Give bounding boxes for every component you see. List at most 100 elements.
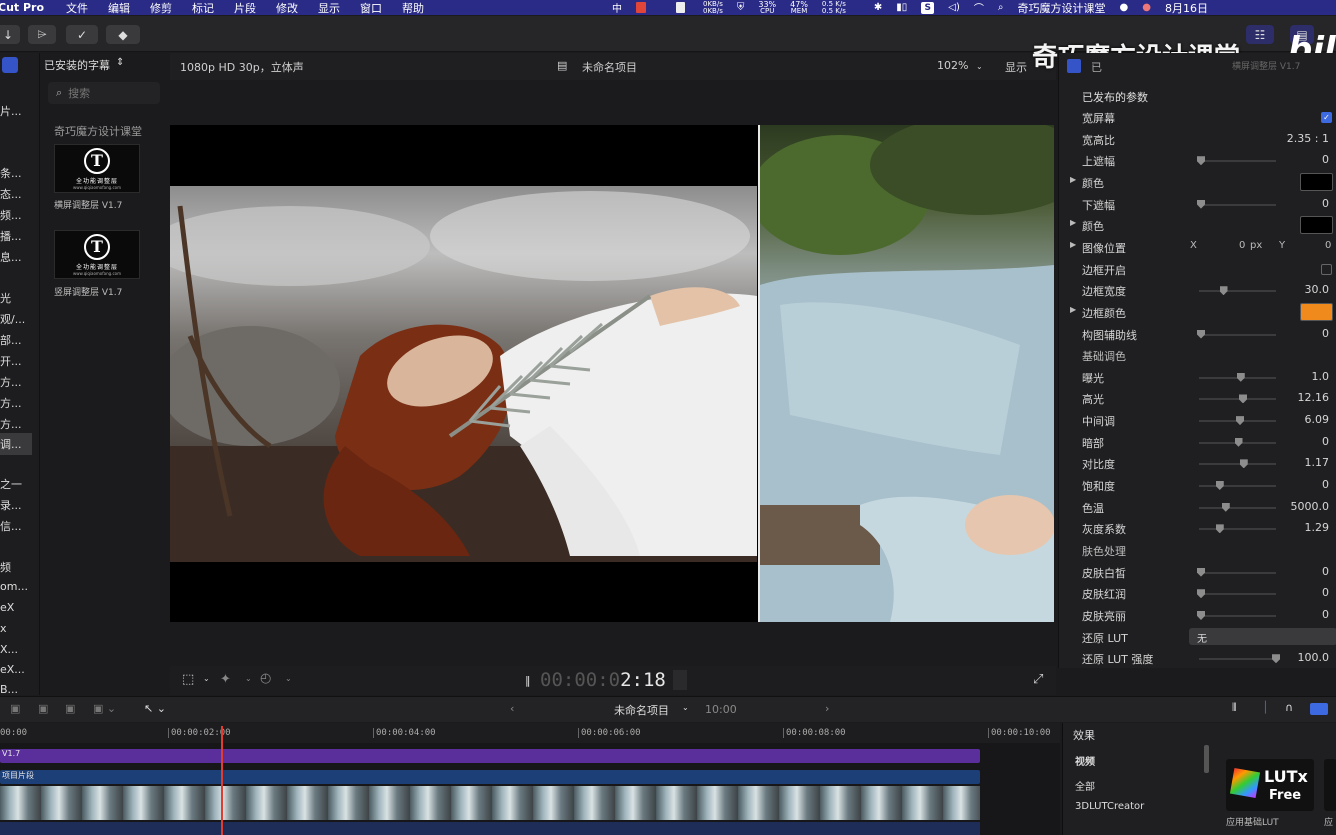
param-slider-knob[interactable] xyxy=(1239,394,1247,404)
timeline-ruler[interactable]: 00:00 00:00:02:00 00:00:04:00 00:00:06:0… xyxy=(0,723,1060,743)
menu-help[interactable]: 帮助 xyxy=(402,0,424,15)
sidebar-item[interactable]: 部... xyxy=(0,332,22,348)
param-slider-track[interactable] xyxy=(1199,333,1276,336)
timeline-project-name[interactable]: 未命名项目 xyxy=(614,702,669,718)
title-label-portrait[interactable]: 竖屏调整层 V1.7 xyxy=(54,285,122,298)
menu-clip[interactable]: 片段 xyxy=(234,0,256,15)
display-menu[interactable]: 显示 xyxy=(1005,59,1027,75)
param-slider-knob[interactable] xyxy=(1215,524,1224,534)
param-value[interactable]: 0 xyxy=(1322,586,1329,599)
sidebar-item[interactable]: eX... xyxy=(0,663,25,676)
sidebar-item[interactable]: 条... xyxy=(0,165,22,181)
lut-dropdown[interactable]: 无 xyxy=(1189,627,1336,645)
background-tasks-button[interactable]: ✓ xyxy=(66,25,98,44)
param-slider-knob[interactable] xyxy=(1272,654,1280,664)
param-color-swatch[interactable] xyxy=(1300,302,1333,321)
layout-grid-button[interactable]: ☷ xyxy=(1246,25,1274,44)
sidebar-item[interactable]: 观/... xyxy=(0,311,25,327)
param-slider-track[interactable] xyxy=(1199,160,1276,163)
param-slider-track[interactable] xyxy=(1199,398,1276,401)
overwrite-icon[interactable]: ▣ ⌄ xyxy=(93,702,116,715)
inspector-tab-icon[interactable] xyxy=(1067,59,1081,73)
video-clip-filmstrip[interactable] xyxy=(0,786,980,820)
skimming-icon[interactable]: ⫴ xyxy=(1232,701,1237,715)
param-slider-knob[interactable] xyxy=(1219,286,1228,296)
param-value[interactable]: 1.0 xyxy=(1312,370,1330,383)
param-slider-track[interactable] xyxy=(1199,593,1276,596)
inspector-tab-title[interactable]: 已 xyxy=(1091,59,1102,75)
param-value[interactable]: 1.29 xyxy=(1305,521,1330,534)
sidebar-item[interactable]: 频... xyxy=(0,207,22,223)
sidebar-item[interactable]: 片... xyxy=(0,103,22,119)
solo-icon[interactable] xyxy=(1310,703,1328,715)
disclosure-triangle-icon[interactable]: ▶ xyxy=(1070,305,1076,314)
lutx-effect-tile[interactable]: LUTx Free xyxy=(1226,759,1314,811)
param-value[interactable]: 2.35 : 1 xyxy=(1287,132,1329,145)
sidebar-item-selected[interactable]: 调... xyxy=(0,433,32,455)
title-thumbnail-landscape[interactable]: T 全功能调整层 www.qiqiaomofang.com xyxy=(54,144,140,193)
timeline-tracks[interactable]: V1.7 项目片段 xyxy=(0,743,1060,835)
param-value[interactable]: 0 xyxy=(1322,153,1329,166)
title-clip[interactable]: V1.7 xyxy=(0,749,980,763)
select-tool-icon[interactable]: ↖ ⌄ xyxy=(144,702,166,715)
param-color-swatch[interactable] xyxy=(1300,172,1333,191)
app-menu[interactable]: Cut Pro xyxy=(0,1,44,14)
keywords-button[interactable]: ⌲ xyxy=(28,25,56,44)
disclosure-triangle-icon[interactable]: ▶ xyxy=(1070,240,1076,249)
timecode-display[interactable]: 00:00:02:18 xyxy=(540,669,666,691)
effects-category-video[interactable]: 视频 xyxy=(1075,753,1095,768)
wifi-icon[interactable]: ⌒ xyxy=(974,0,984,15)
sogou-icon[interactable]: S xyxy=(921,1,935,14)
param-color-swatch[interactable] xyxy=(1300,216,1333,235)
library-icon[interactable] xyxy=(2,57,18,73)
param-slider-knob[interactable] xyxy=(1197,589,1205,599)
menu-trim[interactable]: 修剪 xyxy=(150,0,172,15)
effects-category-all[interactable]: 全部 xyxy=(1075,778,1095,793)
input-method[interactable]: 中 xyxy=(612,0,622,15)
effects-category-3dlut[interactable]: 3DLUTCreator xyxy=(1075,801,1144,812)
menu-edit[interactable]: 编辑 xyxy=(108,0,130,15)
param-value[interactable]: 30.0 xyxy=(1305,283,1330,296)
split-divider[interactable] xyxy=(758,125,760,622)
sidebar-item[interactable]: 方... xyxy=(0,395,22,411)
sidebar-item[interactable]: eX xyxy=(0,601,14,614)
param-checkbox[interactable]: ✓ xyxy=(1321,112,1332,123)
search-input[interactable]: ⌕ 搜索 xyxy=(48,82,160,104)
sidebar-item[interactable]: om... xyxy=(0,580,28,593)
param-value[interactable]: 0 xyxy=(1322,608,1329,621)
param-slider-track[interactable] xyxy=(1199,658,1276,661)
param-value[interactable]: 1.17 xyxy=(1305,456,1330,469)
document-icon[interactable] xyxy=(676,2,685,13)
param-slider-track[interactable] xyxy=(1199,614,1276,617)
chevron-down-icon[interactable]: ⌄ xyxy=(203,674,210,683)
param-slider-track[interactable] xyxy=(1199,528,1276,531)
chevron-down-icon[interactable]: ⌄ xyxy=(682,703,689,712)
param-slider-knob[interactable] xyxy=(1197,610,1205,620)
sidebar-item[interactable]: 播... xyxy=(0,228,22,244)
insert-icon[interactable]: ▣ xyxy=(65,702,75,715)
y-value[interactable]: 0 xyxy=(1325,240,1331,251)
headphones-icon[interactable]: ∩ xyxy=(1285,701,1293,714)
append-icon[interactable]: ▣ xyxy=(38,702,48,715)
param-slider-track[interactable] xyxy=(1199,203,1276,206)
enhance-wand-icon[interactable]: ✦ xyxy=(220,672,231,687)
param-value[interactable]: 0 xyxy=(1322,197,1329,210)
fullscreen-icon[interactable]: ⤢ xyxy=(1033,672,1043,687)
param-slider-knob[interactable] xyxy=(1239,459,1248,469)
param-slider-knob[interactable] xyxy=(1197,567,1205,577)
param-value[interactable]: 100.0 xyxy=(1298,651,1330,664)
param-checkbox[interactable] xyxy=(1321,263,1332,275)
forward-arrow-icon[interactable]: › xyxy=(825,702,829,715)
effects-scrollbar[interactable] xyxy=(1204,745,1209,773)
sidebar-item[interactable]: 方... xyxy=(0,374,22,390)
sidebar-item[interactable]: 息... xyxy=(0,249,22,265)
battery-icon[interactable]: ▮▯ xyxy=(896,2,907,13)
sidebar-item[interactable]: 方... xyxy=(0,416,22,432)
date-clock[interactable]: 8月16日 xyxy=(1165,0,1208,15)
compound-clip[interactable]: 项目片段 xyxy=(0,770,980,784)
sidebar-item[interactable]: 之一 xyxy=(0,476,22,492)
param-slider-knob[interactable] xyxy=(1236,372,1245,382)
disclosure-triangle-icon[interactable]: ▶ xyxy=(1070,175,1076,184)
param-slider-knob[interactable] xyxy=(1234,437,1243,447)
menu-mark[interactable]: 标记 xyxy=(192,0,214,15)
